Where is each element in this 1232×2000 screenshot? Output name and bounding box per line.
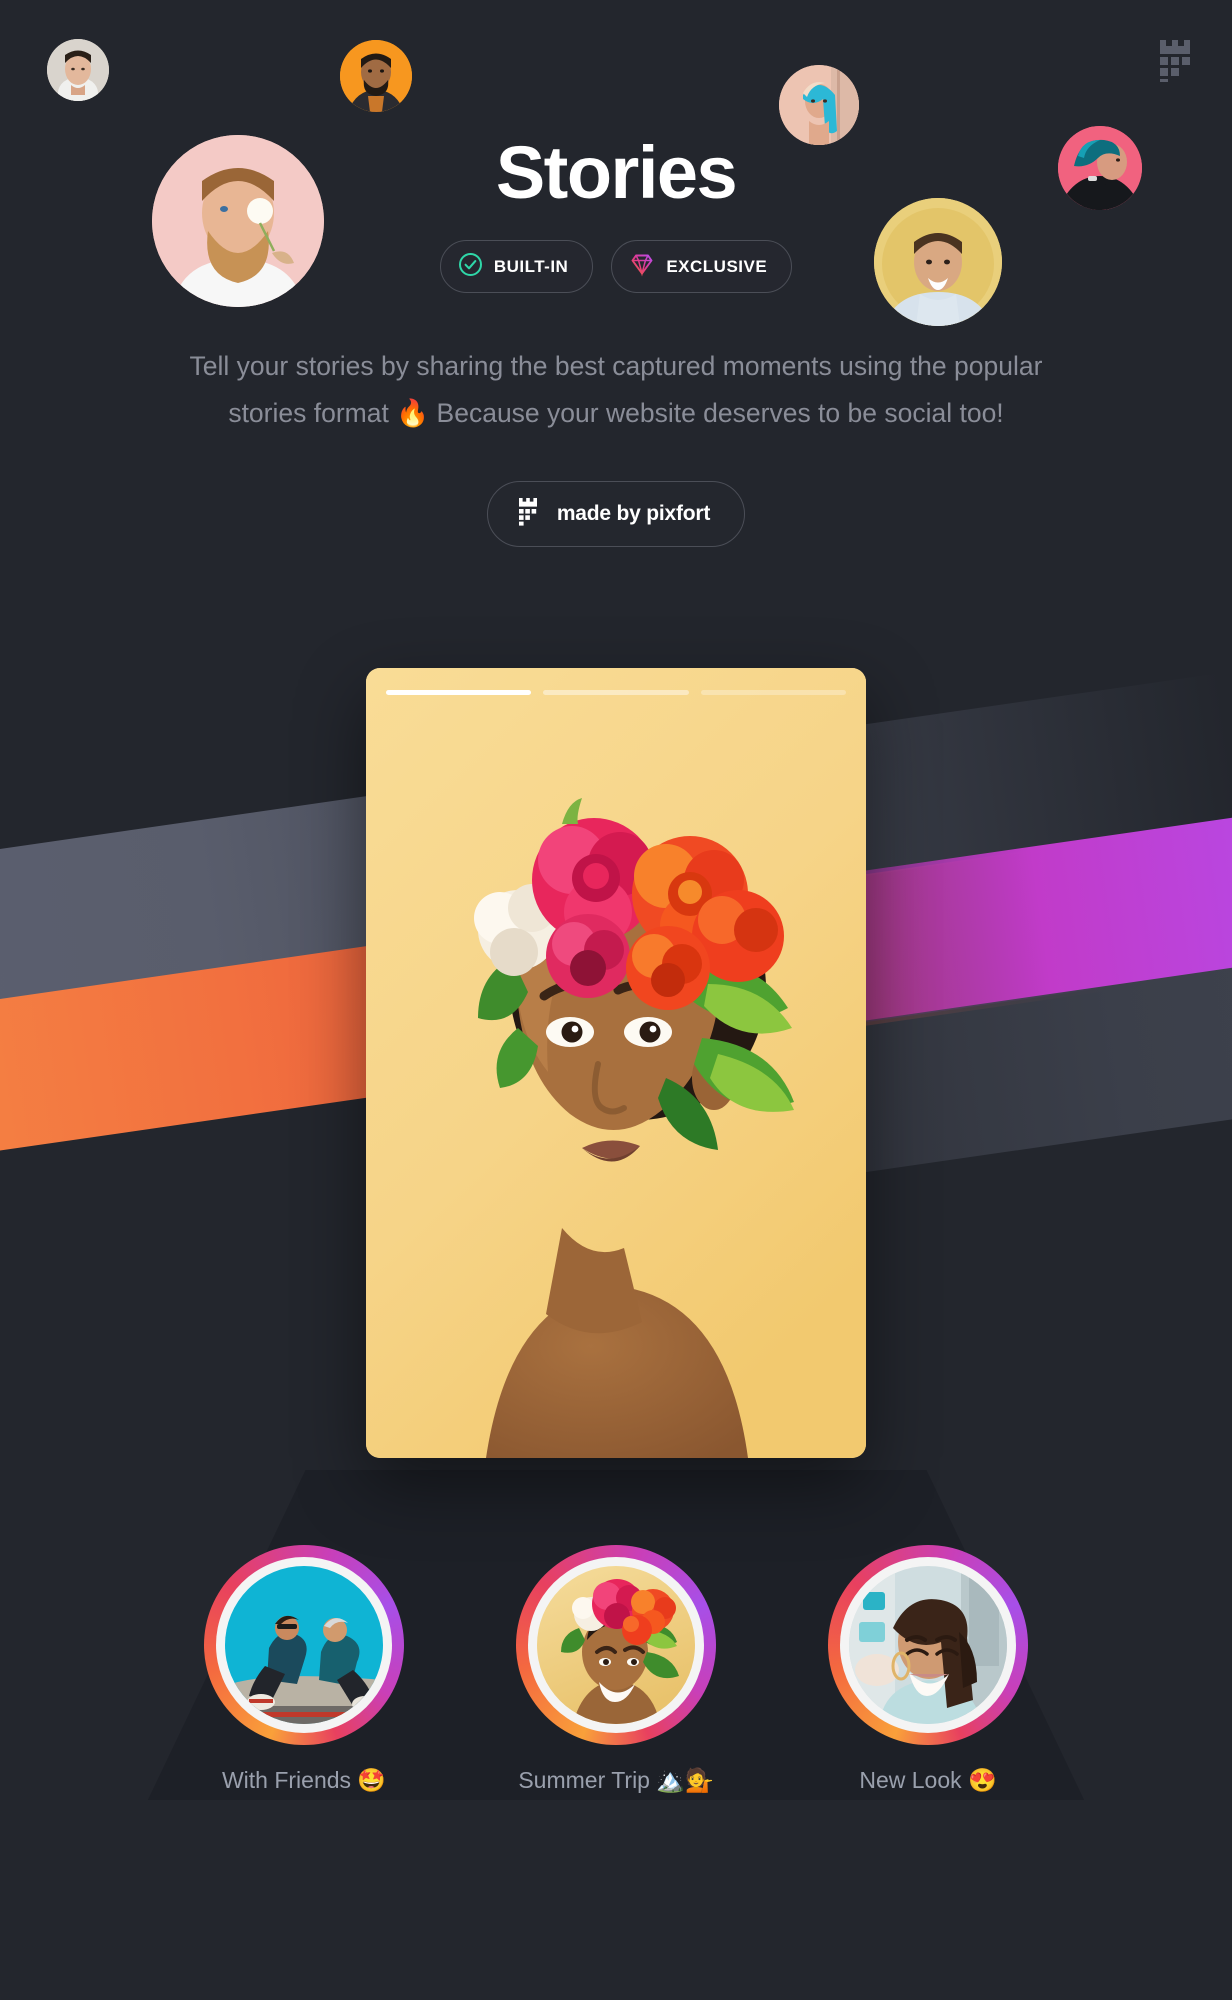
avatar-image — [47, 39, 109, 101]
highlight-label-with-friends: With Friends 🤩 — [221, 1767, 387, 1793]
badge-exclusive-label: EXCLUSIVE — [666, 256, 768, 276]
highlight-label-new-look: New Look 😍 — [859, 1767, 997, 1793]
avatar-woman-portrait[interactable] — [47, 39, 109, 101]
avatar-image — [779, 65, 859, 145]
highlight-label-summer-trip: Summer Trip 🏔️💁 — [518, 1767, 714, 1793]
highlight-photo-with-friends — [225, 1566, 383, 1724]
avatar-smiling-man-yellow[interactable] — [874, 198, 1002, 326]
pixfort-tower-icon — [516, 497, 541, 531]
avatar-blue-hair-woman[interactable] — [779, 65, 859, 145]
avatar-man-orange[interactable] — [340, 40, 412, 112]
highlight-new-look[interactable]: New Look 😍 — [828, 1545, 1028, 1794]
highlight-summer-trip[interactable]: Summer Trip 🏔️💁 — [516, 1545, 716, 1794]
avatar-image — [152, 135, 324, 307]
hero-description: Tell your stories by sharing the best ca… — [189, 351, 1043, 429]
avatar-pink-background-woman[interactable] — [1058, 126, 1142, 210]
highlight-ring-inner — [528, 1557, 704, 1733]
progress-bar-2[interactable] — [543, 690, 689, 695]
avatar-image — [1058, 126, 1142, 210]
highlight-with-friends[interactable]: With Friends 🤩 — [204, 1545, 404, 1794]
badge-exclusive[interactable]: EXCLUSIVE — [611, 240, 793, 293]
highlight-photo-new-look — [849, 1566, 1007, 1724]
highlight-photo-summer-trip — [537, 1566, 695, 1724]
badge-built-in[interactable]: BUILT-IN — [439, 240, 594, 293]
progress-bar-3[interactable] — [700, 690, 846, 695]
badge-built-in-label: BUILT-IN — [493, 256, 569, 276]
story-card[interactable] — [366, 668, 866, 1458]
highlight-ring — [204, 1545, 404, 1745]
highlight-ring-inner — [840, 1557, 1016, 1733]
story-highlights-row: With Friends 🤩 Summer Trip 🏔️💁 New Look … — [0, 1545, 1232, 1794]
progress-bar-1[interactable] — [386, 690, 532, 695]
check-circle-icon — [458, 252, 483, 282]
avatar-image — [874, 198, 1002, 326]
highlight-ring-inner — [216, 1557, 392, 1733]
pixfort-tower-icon — [1154, 36, 1196, 87]
highlight-ring — [828, 1545, 1028, 1745]
avatar-image — [340, 40, 412, 112]
highlight-ring — [516, 1545, 716, 1745]
avatar-bearded-man-pink[interactable] — [152, 135, 324, 307]
made-by-pixfort-button[interactable]: made by pixfort — [486, 481, 746, 548]
diamond-icon — [629, 251, 655, 282]
story-progress-bars — [386, 690, 846, 695]
story-card-photo — [366, 668, 866, 1458]
made-by-label: made by pixfort — [556, 502, 711, 526]
